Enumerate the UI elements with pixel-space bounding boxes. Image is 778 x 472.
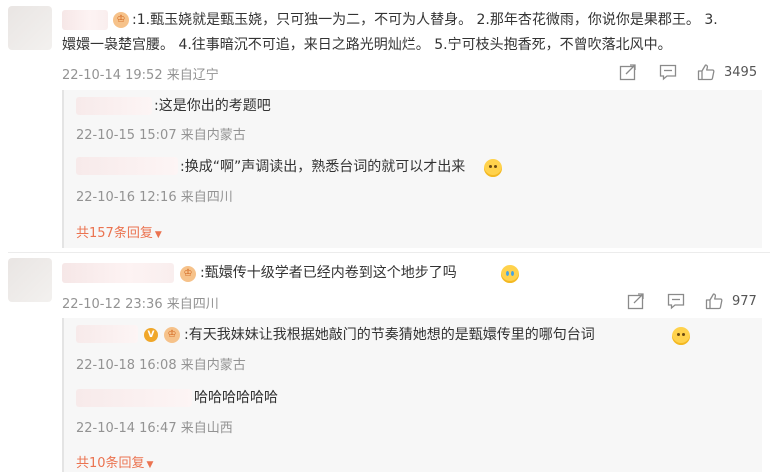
username[interactable]	[62, 10, 108, 30]
more-replies-label: 共157条回复	[76, 226, 153, 241]
caret-down-icon: ▼	[154, 230, 162, 240]
caret-down-icon: ▼	[146, 460, 154, 470]
comment-meta: 22-10-14 19:52 来自辽宁	[62, 68, 219, 83]
reply-username[interactable]	[76, 157, 178, 175]
like-count: 3495	[724, 65, 758, 80]
reply-username[interactable]	[76, 325, 138, 343]
like-button[interactable]	[704, 291, 724, 311]
comment-button[interactable]	[666, 291, 686, 311]
share-button[interactable]	[626, 291, 646, 311]
like-icon	[697, 64, 715, 81]
reply-text: :这是你出的考题吧	[154, 98, 271, 114]
reply-text: :有天我妹妹让我根据她敲门的节奏猜她想的是甄嬛传里的哪句台词	[184, 327, 595, 343]
more-replies-label: 共10条回复	[76, 456, 145, 471]
comment-icon	[667, 293, 685, 310]
laugh-emoji-icon	[484, 159, 502, 177]
avatar[interactable]	[8, 6, 52, 50]
comment-text-line2: 嬛嬛一袅楚宫腰。 4.往事暗沉不可追，来日之路光明灿烂。 5.宁可枝头抱香死，不…	[62, 37, 672, 53]
share-icon	[619, 64, 636, 81]
laugh-cry-emoji-icon	[501, 265, 520, 283]
comment-text: :1.甄玉娆就是甄玉娆，只可独一为二，不可为人替身。 2.那年杏花微雨，你说你是…	[132, 12, 718, 28]
reply-username[interactable]	[76, 389, 192, 407]
verified-badge-icon: V	[144, 328, 158, 342]
share-button[interactable]	[618, 62, 638, 82]
like-count: 977	[732, 294, 757, 309]
crown-badge-icon: ♔	[113, 12, 129, 28]
divider	[8, 252, 770, 253]
avatar[interactable]	[8, 258, 52, 302]
view-more-replies[interactable]: 共10条回复 ▼	[76, 452, 153, 471]
like-button[interactable]	[696, 62, 716, 82]
reply-meta: 22-10-14 16:47 来自山西	[76, 421, 233, 436]
comment-icon	[659, 64, 677, 81]
comment-button[interactable]	[658, 62, 678, 82]
reply-text: :换成“啊”声调读出，熟悉台词的就可以才出来	[180, 159, 466, 175]
like-icon	[705, 293, 723, 310]
share-icon	[627, 293, 644, 310]
reply-text: 哈哈哈哈哈哈	[194, 390, 278, 406]
username[interactable]	[62, 263, 174, 283]
crown-badge-icon: ♔	[164, 327, 180, 343]
view-more-replies[interactable]: 共157条回复 ▼	[76, 222, 162, 241]
reply-meta: 22-10-15 15:07 来自内蒙古	[76, 128, 246, 143]
reply-username[interactable]	[76, 97, 152, 115]
reply-meta: 22-10-18 16:08 来自内蒙古	[76, 358, 246, 373]
crown-badge-icon: ♔	[180, 266, 196, 282]
comment-meta: 22-10-12 23:36 来自四川	[62, 297, 219, 312]
reply-meta: 22-10-16 12:16 来自四川	[76, 190, 233, 205]
comment-text: :甄嬛传十级学者已经内卷到这个地步了吗	[200, 265, 457, 281]
